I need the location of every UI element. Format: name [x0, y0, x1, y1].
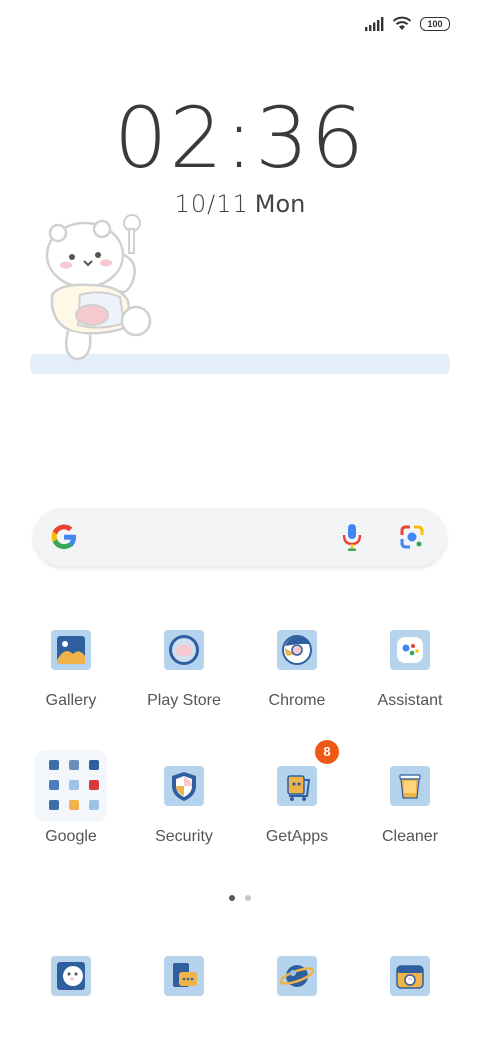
security-icon [164, 766, 204, 806]
page-dot-1[interactable] [229, 895, 235, 901]
folder-icon [35, 750, 107, 822]
chrome-icon [277, 630, 317, 670]
app-label: Assistant [377, 692, 443, 709]
app-security[interactable]: Security [129, 766, 239, 846]
google-logo-icon [51, 524, 76, 549]
app-label: Google [45, 828, 97, 845]
app-chrome[interactable]: Chrome [242, 630, 352, 710]
getapps-icon: 8 [277, 740, 339, 806]
gallery-icon [51, 630, 91, 670]
page-dot-2[interactable] [245, 895, 251, 901]
google-lens-icon[interactable] [398, 523, 426, 551]
clock-time: 02:36 [113, 89, 367, 187]
app-label: Play Store [147, 692, 221, 709]
play-store-icon [164, 630, 204, 670]
app-label: GetApps [265, 828, 329, 845]
messages-icon[interactable] [164, 956, 204, 996]
app-label: Cleaner [381, 828, 439, 845]
home-screen: 100 02:36 10/11 Mon Gallery Play Store C… [0, 0, 480, 1040]
clock-widget[interactable]: 02:36 10/11 Mon [0, 88, 480, 218]
app-getapps[interactable]: 8 GetApps [242, 740, 352, 846]
google-search-bar[interactable] [34, 508, 446, 566]
folder-google[interactable]: Google [16, 750, 126, 846]
microphone-icon[interactable] [340, 522, 364, 552]
app-gallery[interactable]: Gallery [16, 630, 126, 710]
battery-indicator: 100 [420, 16, 450, 31]
day-text: Mon [254, 190, 306, 218]
app-cleaner[interactable]: Cleaner [355, 766, 465, 846]
wifi-icon [392, 16, 412, 30]
status-bar: 100 [364, 16, 450, 31]
app-play-store[interactable]: Play Store [129, 630, 239, 710]
date-text: 10/11 [174, 190, 249, 218]
app-assistant[interactable]: Assistant [355, 630, 465, 710]
app-label: Chrome [268, 692, 326, 709]
camera-icon[interactable] [390, 956, 430, 996]
cellular-signal-icon [365, 16, 384, 31]
bear-illustration [45, 214, 152, 361]
phone-icon[interactable] [51, 956, 91, 996]
app-label: Security [155, 828, 213, 845]
browser-icon[interactable] [277, 956, 317, 996]
cleaner-icon [390, 766, 430, 806]
app-label: Gallery [45, 692, 97, 709]
assistant-icon [390, 630, 430, 670]
notification-badge: 8 [315, 740, 339, 764]
page-indicator[interactable] [0, 895, 480, 901]
